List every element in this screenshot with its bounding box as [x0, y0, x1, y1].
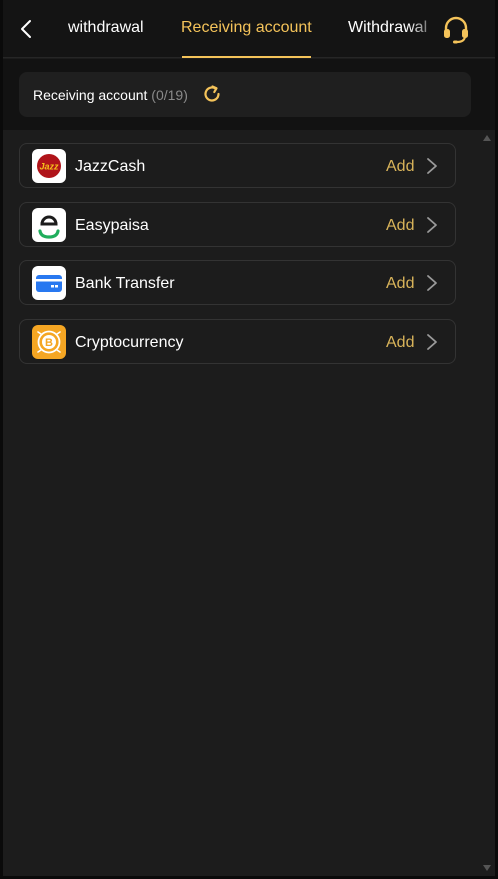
top-nav: withdrawal Receiving account Withdrawal — [3, 0, 495, 58]
customer-support-button[interactable] — [438, 11, 474, 47]
receiving-account-summary: Receiving account (0/19) — [19, 72, 471, 117]
method-name: Cryptocurrency — [75, 334, 184, 351]
tab-withdrawal[interactable]: withdrawal — [68, 18, 144, 38]
add-button[interactable]: Add — [386, 274, 414, 293]
bitcoin-icon: B — [32, 325, 66, 359]
easypaisa-logo — [32, 208, 66, 242]
svg-text:Jazz: Jazz — [39, 162, 59, 172]
chevron-right-icon — [427, 275, 437, 291]
method-name: Easypaisa — [75, 217, 149, 234]
summary-label: Receiving account (0/19) — [33, 87, 188, 103]
method-item-easypaisa[interactable]: Easypaisa Add — [19, 202, 456, 247]
svg-text:B: B — [45, 337, 53, 349]
summary-section: Receiving account (0/19) — [3, 59, 495, 130]
app-page: withdrawal Receiving account Withdrawal … — [0, 0, 498, 879]
bank-card-icon — [32, 266, 66, 300]
add-button[interactable]: Add — [386, 333, 414, 352]
method-item-bank-transfer[interactable]: Bank Transfer Add — [19, 260, 456, 305]
payment-method-list: Jazz JazzCash Add Easypaisa Add Bank Tra… — [3, 130, 479, 876]
account-count: (0/19) — [151, 87, 188, 103]
chevron-right-icon — [427, 217, 437, 233]
add-button[interactable]: Add — [386, 157, 414, 176]
refresh-icon — [204, 85, 220, 102]
jazzcash-logo: Jazz — [32, 149, 66, 183]
chevron-right-icon — [427, 334, 437, 350]
method-name: JazzCash — [75, 158, 146, 175]
scrollbar[interactable] — [479, 130, 495, 876]
headset-icon — [444, 16, 468, 44]
active-tab-indicator — [182, 56, 311, 58]
add-button[interactable]: Add — [386, 216, 414, 235]
method-name: Bank Transfer — [75, 275, 175, 292]
tab-receiving-account[interactable]: Receiving account — [181, 18, 312, 38]
chevron-left-icon — [21, 20, 31, 38]
method-item-jazzcash[interactable]: Jazz JazzCash Add — [19, 143, 456, 188]
scroll-down-arrow-icon[interactable] — [482, 863, 492, 873]
scroll-up-arrow-icon[interactable] — [482, 133, 492, 143]
back-button[interactable] — [11, 14, 41, 44]
method-item-cryptocurrency[interactable]: B Cryptocurrency Add — [19, 319, 456, 364]
refresh-button[interactable] — [201, 83, 223, 105]
chevron-right-icon — [427, 158, 437, 174]
